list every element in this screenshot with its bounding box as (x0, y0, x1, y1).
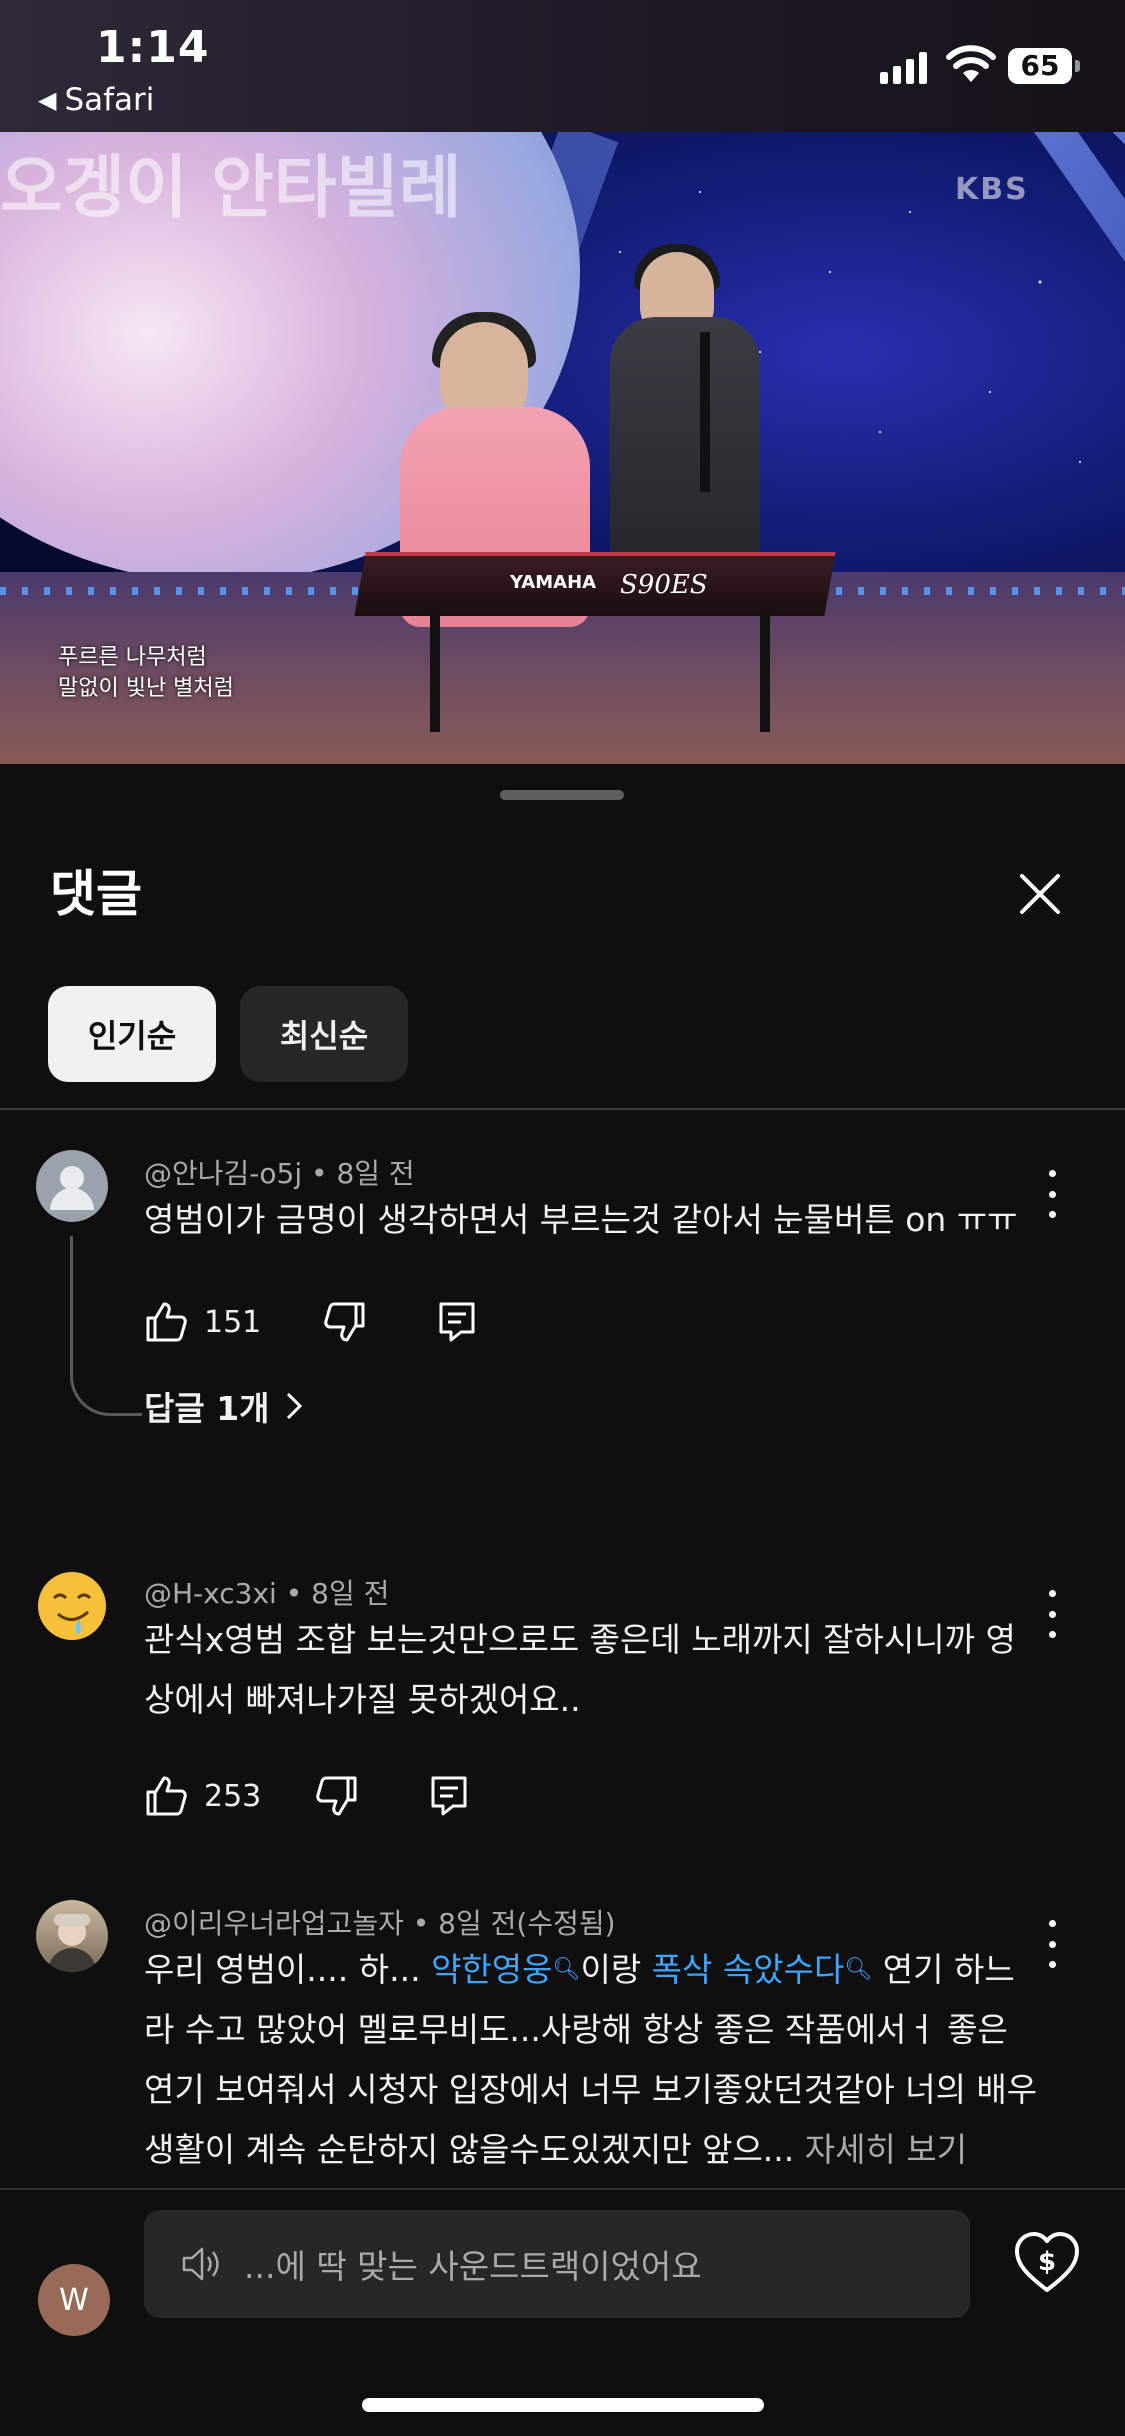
comment-actions: 151 (144, 1296, 477, 1348)
avatar[interactable] (36, 1570, 108, 1642)
comment-time: 8일 전 (336, 1157, 415, 1190)
clock: 1:14 (96, 22, 210, 73)
comment-text-mid: 이랑 (580, 1950, 652, 1989)
comment-text-start: 우리 영범이.... 하... (144, 1950, 432, 1989)
comment-time: 8일 전 (311, 1577, 390, 1610)
hashtag-link[interactable]: 폭삭 속았수다 (652, 1950, 845, 1989)
meta-separator: • (412, 1907, 439, 1940)
close-icon[interactable] (1010, 864, 1070, 924)
reply-thread-line (70, 1236, 142, 1416)
comment-author[interactable]: @안나김-o5j (144, 1157, 302, 1190)
cellular-signal-icon (880, 50, 927, 84)
chevron-right-icon (286, 1392, 302, 1420)
thumb-up-icon[interactable] (144, 1300, 188, 1344)
like-count: 151 (204, 1304, 262, 1340)
comment-text: 관식x영범 조합 보는것만으로도 좋은데 노래까지 잘하시니까 영상에서 빠져나… (144, 1620, 1016, 1719)
keyboard-stand-leg (760, 612, 770, 732)
back-triangle-icon: ◀ (38, 86, 57, 114)
channel-logo: KBS (955, 172, 1029, 207)
home-indicator (362, 2398, 764, 2412)
read-more-link[interactable]: 자세히 보기 (805, 2130, 967, 2169)
drooling-face-emoji-icon (38, 1572, 106, 1640)
comment-meta: @안나김-o5j • 8일 전 (144, 1152, 415, 1192)
sort-chip-popular[interactable]: 인기순 (48, 986, 216, 1082)
reply-comment-icon[interactable] (429, 1774, 469, 1818)
subtitle-line-1: 푸르른 나무처럼 (58, 645, 207, 670)
subtitle-line-2: 말없이 빛난 별처럼 (58, 676, 234, 701)
search-icon: 🔍︎ (552, 1957, 581, 1982)
video-player[interactable]: 오겡이 안타빌레 KBS YAMAHA S90ES 푸르른 나무처럼 말없이 빛… (0, 132, 1125, 764)
keyboard-stand-leg (430, 612, 440, 732)
user-photo-avatar-icon (48, 1914, 96, 1972)
back-to-safari-button[interactable]: ◀ Safari (38, 82, 154, 118)
battery-indicator: 65 (1008, 48, 1072, 84)
super-thanks-icon[interactable]: $ (1012, 2228, 1082, 2298)
avatar[interactable] (36, 1900, 108, 1972)
current-user-avatar[interactable]: W (38, 2264, 110, 2336)
comment-author[interactable]: @이리우너라업고놀자 (144, 1907, 404, 1940)
panel-drag-handle[interactable] (500, 790, 624, 800)
comment-text: 영범이가 금명이 생각하면서 부르는것 같아서 눈물버튼 on ㅠㅠ (144, 1200, 1018, 1239)
keyboard-brand-label: YAMAHA (510, 572, 597, 593)
mic-stand (700, 332, 710, 492)
meta-separator: • (311, 1157, 337, 1190)
wifi-icon (946, 45, 996, 82)
thumb-down-icon[interactable] (315, 1774, 359, 1818)
avatar[interactable] (36, 1150, 108, 1222)
comment-text: 우리 영범이.... 하... 약한영웅🔍︎이랑 폭삭 속았수다🔍︎ 연기 하느… (144, 1940, 1044, 2180)
composer-divider (0, 2188, 1125, 2190)
add-comment-input[interactable]: ...에 딱 맞는 사운드트랙이었어요 (144, 2210, 970, 2318)
view-replies-button[interactable]: 답글 1개 (144, 1382, 304, 1430)
status-bar: 1:14 ◀ Safari 65 (0, 0, 1125, 132)
thumb-down-icon[interactable] (323, 1300, 367, 1344)
show-title-graphic: 오겡이 안타빌레 (0, 148, 462, 228)
comments-panel: 댓글 인기순 최신순 @안나김-o5j • 8일 전 영범이가 금명이 생각하면… (0, 764, 1125, 2436)
comment-meta: @H-xc3xi • 8일 전 (144, 1572, 389, 1612)
sort-chip-latest[interactable]: 최신순 (240, 986, 408, 1082)
like-count: 253 (204, 1778, 262, 1814)
speaker-icon (182, 2247, 219, 2281)
panel-divider (0, 1108, 1125, 1110)
back-app-label: Safari (64, 82, 155, 118)
comment-actions: 253 (144, 1770, 469, 1822)
replies-count-label: 답글 1개 (144, 1389, 270, 1428)
reply-comment-icon[interactable] (437, 1300, 477, 1344)
battery-tip (1075, 60, 1080, 72)
default-avatar-icon (50, 1166, 94, 1210)
meta-separator: • (285, 1577, 312, 1610)
comment-author[interactable]: @H-xc3xi (144, 1577, 277, 1610)
singer-standing (610, 317, 760, 577)
thumb-up-icon[interactable] (144, 1774, 188, 1818)
hashtag-link[interactable]: 약한영웅 (431, 1950, 552, 1989)
keyboard-model-label: S90ES (620, 570, 708, 600)
search-icon: 🔍︎ (844, 1957, 873, 1982)
comment-input-placeholder: ...에 딱 맞는 사운드트랙이었어요 (244, 2247, 702, 2286)
svg-text:$: $ (1038, 2247, 1056, 2277)
panel-title: 댓글 (50, 865, 142, 923)
comment-time: 8일 전(수정됨) (438, 1907, 616, 1940)
video-subtitle: 푸르른 나무처럼 말없이 빛난 별처럼 (58, 642, 234, 704)
comment-meta: @이리우너라업고놀자 • 8일 전(수정됨) (144, 1902, 616, 1942)
